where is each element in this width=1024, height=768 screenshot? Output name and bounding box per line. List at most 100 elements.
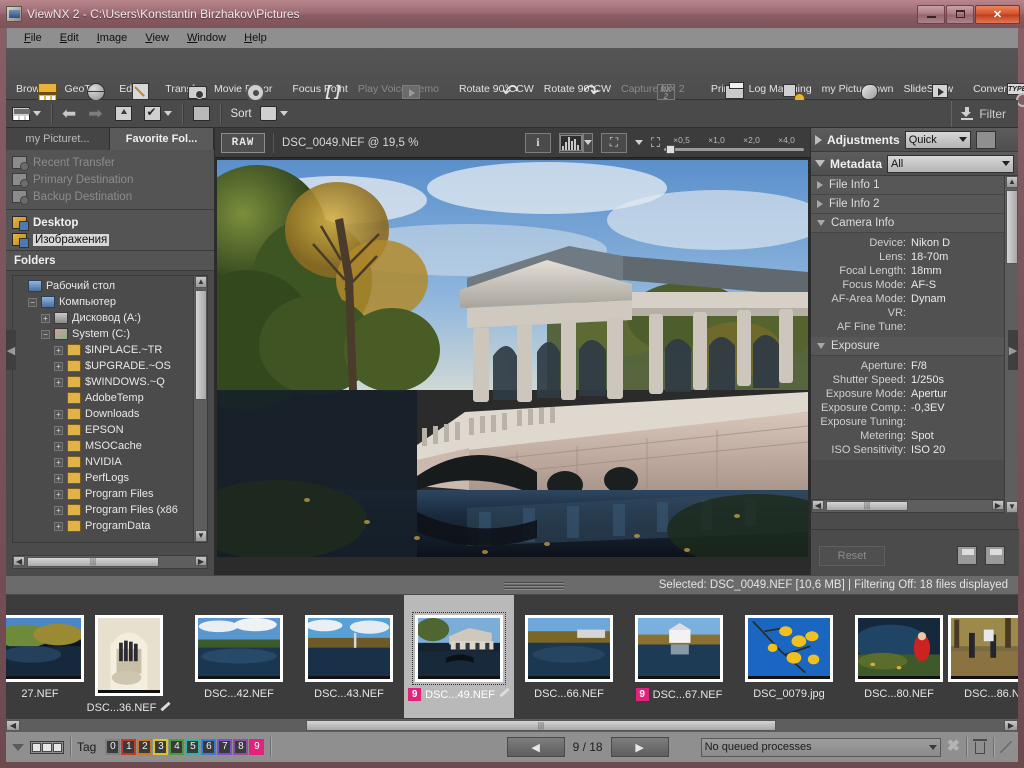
chevron-down-icon[interactable] — [634, 140, 643, 145]
histogram-icon[interactable] — [558, 132, 583, 153]
tag-button-6[interactable]: 6 — [201, 739, 217, 755]
tag-button-5[interactable]: 5 — [185, 739, 201, 755]
filmstrip-thumbnail[interactable]: DSC_0079.jpg — [734, 595, 844, 718]
toolbar-browser-button[interactable]: Browser — [11, 79, 60, 103]
folder-tree-hscroll-thumb[interactable]: ||| — [27, 557, 159, 567]
tree-expander[interactable]: − — [41, 329, 50, 339]
metadata-hscrollbar[interactable]: ◀ ||| ▶ — [811, 499, 1005, 513]
minimize-button[interactable] — [917, 4, 945, 24]
photo-area[interactable] — [215, 158, 810, 558]
filmstrip-thumbnail[interactable]: DSC...43.NEF — [294, 595, 404, 718]
tree-expander[interactable]: + — [54, 521, 63, 531]
toolbar-focus-point-button[interactable]: [ ] Focus Point — [287, 79, 352, 99]
maximize-button[interactable] — [946, 4, 974, 24]
toolbar-my-picturetown-button[interactable]: my Picturetown — [817, 79, 899, 100]
scroll-right-arrow[interactable]: ▶ — [992, 500, 1004, 510]
zoom-slider-thumb[interactable] — [666, 144, 675, 154]
save-icon[interactable] — [985, 546, 1005, 565]
tag-button-9[interactable]: 9 — [249, 739, 265, 755]
cancel-icon[interactable]: ✖ — [947, 739, 960, 755]
tree-node-0[interactable]: Рабочий стол — [15, 278, 193, 294]
tag-button-3[interactable]: 3 — [153, 739, 169, 755]
tree-node-1[interactable]: − Компьютер — [15, 294, 193, 310]
tree-expander[interactable]: + — [41, 313, 50, 323]
tree-expander[interactable]: + — [54, 441, 63, 451]
tree-node-11[interactable]: + NVIDIA — [15, 454, 193, 470]
splitter-grip[interactable] — [504, 581, 564, 589]
folder-tree-vscrollbar[interactable]: ▲ ▼ — [193, 276, 207, 542]
filmstrip-thumbnail[interactable]: DSC...42.NEF — [184, 595, 294, 718]
tree-node-2[interactable]: + Дисковод (A:) — [15, 310, 193, 326]
filmstrip-thumbnail[interactable]: DSC...86.N — [948, 595, 1018, 718]
tag-button-2[interactable]: 2 — [137, 739, 153, 755]
metadata-header[interactable]: Metadata All — [811, 152, 1018, 176]
scroll-left-arrow[interactable]: ◀ — [6, 720, 20, 731]
scroll-right-arrow[interactable]: ▶ — [195, 556, 207, 566]
process-queue-select[interactable]: No queued processes — [700, 737, 941, 757]
next-image-button[interactable]: ▶ — [610, 737, 669, 757]
zoom-tick-0[interactable]: ×0,5 — [664, 135, 699, 145]
scroll-down-arrow[interactable]: ▼ — [195, 530, 207, 542]
toolbar-rotate-90-ccw-button[interactable]: ↶ Rotate 90°CCW — [454, 79, 539, 102]
tree-node-9[interactable]: + EPSON — [15, 422, 193, 438]
window-layout-button[interactable] — [187, 104, 216, 123]
tree-expander[interactable]: + — [54, 489, 63, 499]
folder-tree-hscrollbar[interactable]: ◀ ||| ▶ — [12, 555, 208, 569]
tree-node-8[interactable]: + Downloads — [15, 406, 193, 422]
menu-item-view[interactable]: View — [136, 30, 178, 46]
filmstrip-thumbnail[interactable]: DSC...66.NEF — [514, 595, 624, 718]
tree-expander[interactable]: + — [54, 345, 63, 355]
toolbar-edit-button[interactable]: Edit — [106, 79, 150, 100]
scroll-right-arrow[interactable]: ▶ — [1004, 720, 1018, 731]
tree-expander[interactable]: + — [54, 457, 63, 467]
tree-node-5[interactable]: + $UPGRADE.~OS — [15, 358, 193, 374]
tree-expander[interactable]: + — [54, 505, 63, 515]
metadata-vscroll-thumb[interactable] — [1006, 190, 1018, 264]
scroll-up-arrow[interactable]: ▲ — [1006, 176, 1018, 188]
zoom-tick-1[interactable]: ×1,0 — [699, 135, 734, 145]
toolbar-slideshow-button[interactable]: SlideShow — [898, 79, 958, 98]
fit-to-window-icon[interactable]: ⛶ — [600, 132, 627, 153]
up-folder-button[interactable] — [109, 104, 138, 123]
filmstrip-scroll-thumb[interactable]: ||| — [306, 720, 776, 731]
filmstrip-thumbnail[interactable]: DSC...36.NEF — [74, 595, 184, 718]
adjustments-mode-select[interactable]: Quick — [904, 130, 971, 149]
menu-item-image[interactable]: Image — [88, 30, 137, 46]
tag-button-4[interactable]: 4 — [169, 739, 185, 755]
menu-item-help[interactable]: Help — [235, 30, 276, 46]
chevron-right-icon[interactable] — [817, 181, 823, 189]
favorite-item-0[interactable]: Desktop — [6, 214, 214, 231]
back-button[interactable]: ⬅ — [56, 105, 82, 123]
resize-grip[interactable] — [1000, 741, 1012, 753]
favorite-item-1[interactable]: Изображения — [6, 231, 214, 248]
filmstrip-thumbnail[interactable]: 9 DSC...67.NEF — [624, 595, 734, 718]
chevron-down-icon[interactable] — [817, 220, 825, 226]
toolbar-rotate-90-cw-button[interactable]: ↷ Rotate 90°CW — [539, 79, 616, 102]
toolbar-transfer-button[interactable]: Transfer — [160, 79, 209, 99]
forward-button[interactable]: ➡ — [82, 105, 108, 123]
filmstrip-scrollbar[interactable]: ◀ ||| ▶ — [6, 718, 1018, 732]
scroll-down-arrow[interactable]: ▼ — [1006, 501, 1018, 513]
chevron-down-icon[interactable] — [817, 343, 825, 349]
zoom-tick-2[interactable]: ×2,0 — [734, 135, 769, 145]
menu-item-edit[interactable]: Edit — [51, 30, 88, 46]
tag-button-0[interactable]: 0 — [105, 739, 121, 755]
info-icon[interactable]: i — [524, 132, 551, 153]
close-button[interactable]: ✕ — [975, 4, 1020, 24]
metadata-section-file-info-1[interactable]: File Info 1 — [811, 176, 1005, 195]
tree-expander[interactable]: + — [54, 409, 63, 419]
adjustments-header[interactable]: Adjustments Quick — [811, 128, 1018, 152]
metadata-section-file-info-2[interactable]: File Info 2 — [811, 195, 1005, 214]
scroll-up-arrow[interactable]: ▲ — [195, 276, 207, 288]
metadata-hscroll-thumb[interactable]: ||| — [826, 501, 908, 511]
tree-node-7[interactable]: AdobeTemp — [15, 390, 193, 406]
trash-icon[interactable] — [973, 739, 987, 755]
menu-item-window[interactable]: Window — [178, 30, 235, 46]
toolbar-movie-editor-button[interactable]: Movie Editor — [209, 79, 277, 102]
tag-button-7[interactable]: 7 — [217, 739, 233, 755]
tree-node-4[interactable]: + $INPLACE.~TR — [15, 342, 193, 358]
zoom-slider[interactable]: ×0,5 ×1,0 ×2,0 ×4,0 — [664, 135, 804, 154]
filmstrip-thumbnail[interactable]: DSC...80.NEF — [844, 595, 954, 718]
chevron-right-icon[interactable] — [815, 134, 822, 145]
thumbnail-view-button[interactable] — [6, 105, 47, 123]
